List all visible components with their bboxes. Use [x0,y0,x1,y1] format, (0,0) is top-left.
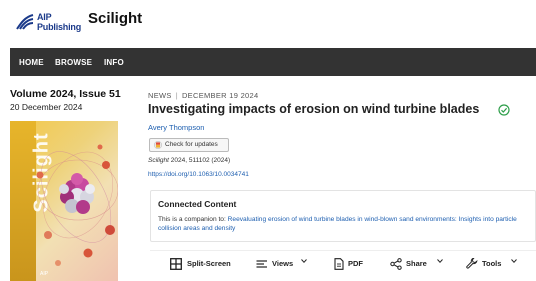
share-label: Share [406,259,427,268]
views-label: Views [272,259,294,268]
aip-logo-text: AIP Publishing [37,12,81,32]
nav-info[interactable]: INFO [104,48,124,76]
cover-publisher-mark: AIP [40,271,49,277]
issue-cover-image[interactable]: Scilight AIP [10,121,118,281]
meta-separator: | [175,91,178,100]
site-name[interactable]: Scilight [88,10,142,27]
citation-details: 2024, 511102 (2024) [170,157,231,164]
site-header: AIP Publishing Scilight [0,0,536,46]
chevron-down-icon [437,259,443,264]
check-circle-icon [498,104,510,116]
split-screen-icon [170,258,182,270]
split-screen-label: Split-Screen [187,259,231,268]
issue-date: 20 December 2024 [10,102,83,112]
logo-line1: AIP [37,12,52,22]
connected-content-text: This is a companion to: Reevaluating ero… [158,215,528,233]
share-icon [390,258,402,270]
nav-browse[interactable]: BROWSE [55,48,92,76]
author-link[interactable]: Avery Thompson [148,123,204,132]
doi-link[interactable]: https://doi.org/10.1063/10.0034741 [148,171,249,178]
nav-home[interactable]: HOME [19,48,44,76]
pdf-icon [334,258,344,270]
views-icon [256,260,267,268]
logo-line2: Publishing [37,22,81,32]
split-screen-button[interactable]: Split-Screen [170,257,240,271]
tools-label: Tools [482,259,502,268]
cover-molecule-art [36,144,118,266]
wrench-icon [466,258,478,269]
article-date: DECEMBER 19 2024 [181,91,259,100]
crossmark-icon [154,141,162,149]
article-title: Investigating impacts of erosion on wind… [148,102,480,116]
tools-dropdown[interactable]: Tools [466,257,526,271]
issue-volume[interactable]: Volume 2024, Issue 51 [10,88,121,100]
article-toolbar: Split-Screen Views PDF Share Tools [150,250,536,276]
citation: Scilight 2024, 511102 (2024) [148,157,230,164]
check-for-updates-label: Check for updates [165,141,218,148]
connected-content-box: Connected Content This is a companion to… [150,190,536,242]
aip-logo-icon [16,14,34,30]
main-nav: HOME BROWSE INFO [10,48,536,76]
citation-journal: Scilight [148,157,169,164]
pdf-label: PDF [348,259,363,268]
aip-publishing-logo[interactable]: AIP Publishing [15,10,81,34]
check-for-updates-button[interactable]: Check for updates [149,138,229,152]
chevron-down-icon [511,259,517,264]
connected-content-title: Connected Content [158,199,237,209]
views-dropdown[interactable]: Views [256,257,316,271]
pdf-button[interactable]: PDF [334,257,374,271]
article-category[interactable]: NEWS [148,91,172,100]
share-dropdown[interactable]: Share [390,257,450,271]
chevron-down-icon [301,259,307,264]
companion-prefix: This is a companion to: [158,216,226,223]
article-meta: NEWS | DECEMBER 19 2024 [148,91,258,100]
